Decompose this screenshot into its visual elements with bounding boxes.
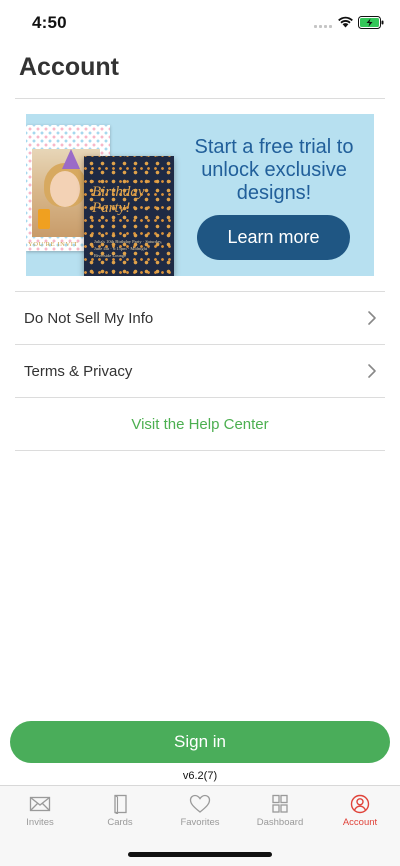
status-time: 4:50 bbox=[32, 13, 67, 32]
account-screen: 4:50 Account YOU'RE INVIT Birthday Party… bbox=[0, 0, 400, 866]
invite-card-title: Birthday Party! bbox=[92, 184, 145, 216]
home-indicator[interactable] bbox=[128, 852, 272, 857]
tab-label: Account bbox=[342, 817, 378, 828]
tab-account[interactable]: Account bbox=[320, 794, 400, 834]
party-hat bbox=[62, 149, 80, 169]
tab-cards[interactable]: Cards bbox=[80, 794, 160, 834]
photo-card-caption: YOU'RE INVIT bbox=[28, 241, 79, 248]
list-row-label: Do Not Sell My Info bbox=[24, 309, 154, 327]
tab-label: Cards bbox=[107, 817, 133, 828]
app-version: v6.2(7) bbox=[182, 770, 218, 782]
juice-cup bbox=[38, 209, 50, 229]
chevron-right-icon bbox=[368, 311, 376, 325]
user-icon bbox=[350, 794, 370, 814]
help-center-link[interactable]: Visit the Help Center bbox=[15, 398, 385, 450]
tab-label: Invites bbox=[26, 817, 54, 828]
tab-dashboard[interactable]: Dashboard bbox=[240, 794, 320, 834]
free-trial-promo-banner[interactable]: YOU'RE INVIT Birthday Party! Julia's 10t… bbox=[26, 114, 374, 276]
birthday-invitation-card-image: Birthday Party! Julia's 10th Birthday Pa… bbox=[84, 156, 174, 276]
sign-in-button[interactable]: Sign in bbox=[10, 721, 390, 763]
list-divider bbox=[15, 450, 385, 451]
child-face bbox=[50, 171, 80, 207]
tab-label: Favorites bbox=[180, 817, 220, 828]
wifi-icon bbox=[338, 16, 353, 28]
terms-and-privacy-row[interactable]: Terms & Privacy bbox=[15, 345, 385, 397]
invite-card-details: Julia's 10th Birthday Party · Saturday, … bbox=[94, 239, 163, 258]
grid-icon bbox=[272, 794, 288, 813]
list-row-label: Terms & Privacy bbox=[24, 362, 133, 380]
header-divider bbox=[15, 98, 385, 99]
envelope-icon bbox=[29, 796, 51, 812]
status-bar: 4:50 bbox=[0, 0, 400, 48]
page-title: Account bbox=[19, 53, 119, 81]
battery-charging-icon bbox=[358, 16, 384, 29]
tab-invites[interactable]: Invites bbox=[0, 794, 80, 834]
do-not-sell-my-info-row[interactable]: Do Not Sell My Info bbox=[15, 292, 385, 344]
learn-more-button[interactable]: Learn more bbox=[197, 215, 350, 260]
chevron-right-icon bbox=[368, 364, 376, 378]
tab-label: Dashboard bbox=[256, 817, 304, 828]
cellular-signal-icon bbox=[314, 25, 332, 28]
promo-headline: Start a free trial to unlock exclusive d… bbox=[194, 136, 354, 204]
heart-icon bbox=[189, 794, 211, 813]
card-icon bbox=[114, 794, 127, 814]
tab-favorites[interactable]: Favorites bbox=[160, 794, 240, 834]
